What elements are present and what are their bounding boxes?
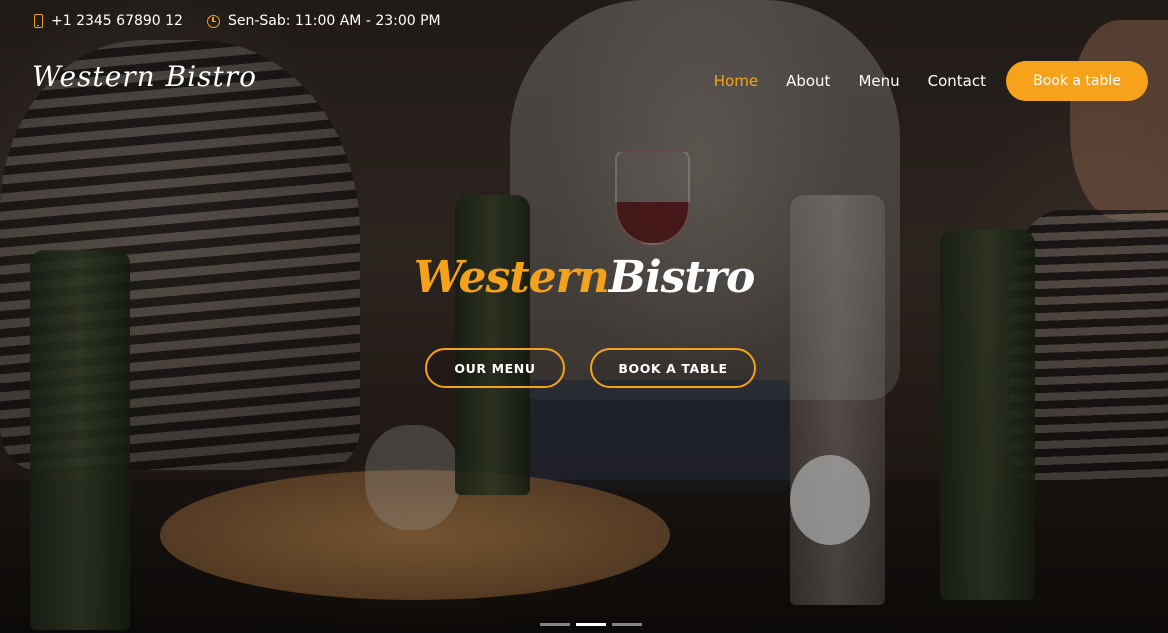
nav-home[interactable]: Home (700, 72, 772, 90)
phone-icon (34, 14, 43, 28)
slider-indicators (540, 623, 642, 626)
nav-contact[interactable]: Contact (914, 72, 1000, 90)
book-a-table-button[interactable]: Book a table (1006, 61, 1148, 101)
hero-title: WesternBistro (0, 252, 1168, 303)
main-nav: Home About Menu Contact Book a table (700, 61, 1148, 101)
our-menu-button[interactable]: OUR MENU (425, 348, 565, 388)
phone-number: +1 2345 67890 12 (51, 13, 183, 29)
book-table-hero-button[interactable]: BOOK A TABLE (590, 348, 756, 388)
slider-dot-1[interactable] (540, 623, 570, 626)
site-logo[interactable]: Western Bistro (32, 60, 257, 93)
clock-icon (206, 14, 220, 28)
hero-section: +1 2345 67890 12 Sen-Sab: 11:00 AM - 23:… (0, 0, 1168, 633)
hero-title-bistro: Bistro (608, 252, 756, 303)
hero-buttons: OUR MENU BOOK A TABLE (425, 348, 756, 388)
hero-title-western: Western (413, 252, 610, 303)
slider-dot-2[interactable] (576, 623, 606, 626)
top-info-bar: +1 2345 67890 12 Sen-Sab: 11:00 AM - 23:… (34, 10, 441, 32)
nav-menu[interactable]: Menu (844, 72, 913, 90)
phone-info[interactable]: +1 2345 67890 12 (34, 13, 183, 29)
nav-about[interactable]: About (772, 72, 844, 90)
slider-dot-3[interactable] (612, 623, 642, 626)
opening-hours: Sen-Sab: 11:00 AM - 23:00 PM (206, 13, 441, 29)
opening-hours-text: Sen-Sab: 11:00 AM - 23:00 PM (227, 13, 441, 29)
